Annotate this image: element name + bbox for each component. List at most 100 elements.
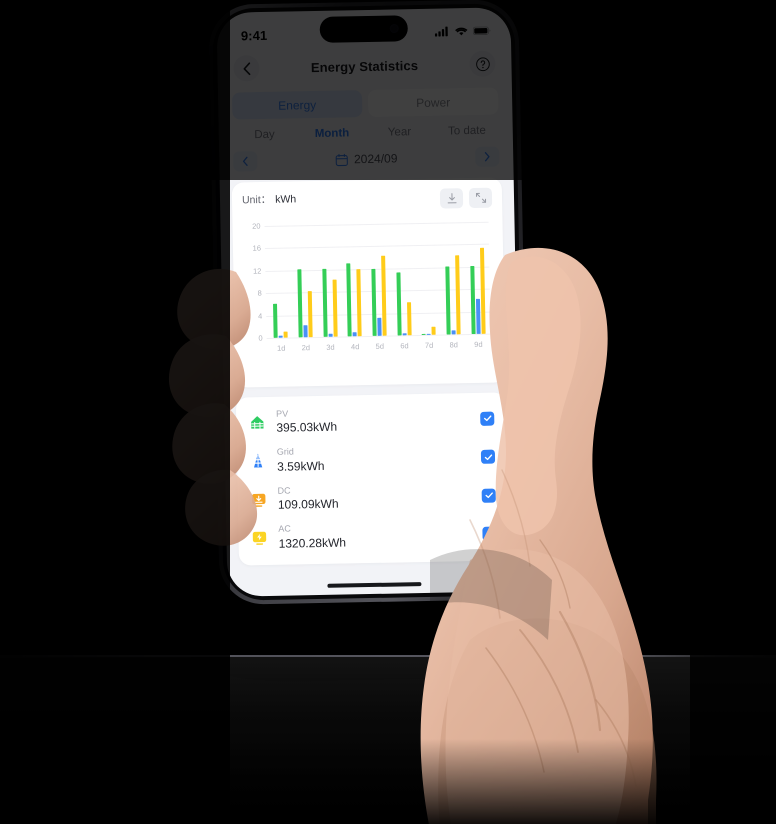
bar-group <box>321 225 338 337</box>
check-icon <box>484 454 492 460</box>
x-axis-tick-label: 3d <box>326 342 335 352</box>
phone-device: 9:41 Energy Statistics Energy Power Day … <box>208 0 530 605</box>
y-axis-tick-label: 8 <box>257 288 262 298</box>
period-tab-day[interactable]: Day <box>231 128 299 141</box>
bar-pv <box>322 269 328 337</box>
next-period-button[interactable] <box>475 146 500 167</box>
solar-panel-icon <box>248 414 266 432</box>
calendar-icon <box>335 153 348 166</box>
download-button[interactable] <box>439 188 464 209</box>
home-indicator <box>327 582 422 588</box>
ac-inverter-icon <box>252 531 267 545</box>
background-horizon-line <box>0 655 776 657</box>
y-axis-tick-label: 20 <box>252 221 261 231</box>
period-tab-bar: Day Month Year To date <box>231 124 501 141</box>
bar-pv <box>371 269 377 336</box>
y-axis-tick-label: 4 <box>257 311 263 321</box>
bar-grid <box>278 335 283 338</box>
period-tab-month[interactable]: Month <box>298 127 366 140</box>
bar-grid <box>475 298 481 334</box>
bar-ac <box>356 269 362 337</box>
ac-inverter-icon <box>250 529 268 547</box>
download-icon <box>447 193 457 204</box>
bar-grid <box>303 325 308 338</box>
phone-screen: 9:41 Energy Statistics Energy Power Day … <box>216 7 522 597</box>
screenshot-stage: 9:41 Energy Statistics Energy Power Day … <box>0 0 776 824</box>
legend-card: PV 395.03kWh Grid 3.59kWh DC 109.09kWh AC 13… <box>235 392 509 566</box>
legend-checkbox[interactable] <box>480 411 495 426</box>
fullscreen-expand-icon <box>475 192 486 203</box>
tab-energy[interactable]: Energy <box>231 90 363 120</box>
bar-group <box>346 224 362 337</box>
bar-pv <box>346 262 352 337</box>
unit-value: kWh <box>275 193 297 206</box>
check-icon <box>485 530 494 537</box>
bar-group <box>420 223 436 335</box>
date-display[interactable]: 2024/09 <box>335 151 398 166</box>
back-button[interactable] <box>233 55 260 82</box>
legend-row[interactable]: DC 109.09kWh <box>249 475 496 518</box>
check-icon <box>483 415 491 422</box>
bar-pv <box>273 304 278 338</box>
bar-ac <box>455 255 461 335</box>
help-button[interactable] <box>469 50 496 78</box>
legend-row[interactable]: AC 1320.28kWh <box>250 514 497 557</box>
chevron-left-icon <box>242 156 248 166</box>
x-axis-tick-label: 7d <box>424 340 434 350</box>
bar-group <box>370 224 387 336</box>
bar-ac <box>332 280 338 337</box>
dc-inverter-icon <box>250 491 268 509</box>
bar-ac <box>479 248 486 334</box>
bar-pv <box>297 269 303 338</box>
legend-checkbox[interactable] <box>482 526 497 541</box>
x-axis-tick-label: 1d <box>276 343 286 353</box>
legend-row[interactable]: Grid 3.59kWh <box>249 437 496 480</box>
chart-header: Unit： kWh <box>241 187 493 213</box>
bar-ac <box>283 331 288 338</box>
tab-power[interactable]: Power <box>367 87 499 117</box>
dynamic-island <box>319 15 409 43</box>
bar-grid <box>377 317 382 336</box>
check-icon <box>485 492 493 499</box>
bar-group <box>272 226 288 338</box>
bar-grid <box>328 333 333 337</box>
legend-checkbox[interactable] <box>481 488 496 503</box>
legend-text-block: PV 395.03kWh <box>276 405 470 436</box>
x-axis-tick-label: 8d <box>449 339 459 349</box>
date-value: 2024/09 <box>353 151 398 167</box>
bar-pv <box>396 272 402 336</box>
previous-period-button[interactable] <box>233 151 258 172</box>
bar-pv <box>445 266 451 335</box>
chart-x-axis: 1d 2d 3d 4d 5d 6d 7d 8d 9d <box>269 336 491 356</box>
grid-tower-icon <box>254 453 263 468</box>
status-time: 9:41 <box>240 27 268 43</box>
period-tab-year[interactable]: Year <box>366 126 434 139</box>
x-axis-tick-label: 9d <box>474 339 483 349</box>
question-mark-circle-icon <box>475 56 490 71</box>
battery-icon <box>472 26 491 36</box>
x-axis-tick-label: 4d <box>350 341 360 351</box>
bar-chart: 0 4 8 12 16 20 1d 2d 3d 4d 5d 6d 7d 8d 9d <box>243 222 495 357</box>
unit-prefix: Unit： <box>241 193 272 207</box>
y-axis-tick-label: 16 <box>252 243 262 254</box>
page-title: Energy Statistics <box>310 57 419 75</box>
bar-group <box>395 223 412 336</box>
chart-toolbar <box>439 187 493 209</box>
bar-grid <box>451 330 456 335</box>
wifi-icon <box>455 27 468 36</box>
fullscreen-button[interactable] <box>468 187 493 209</box>
period-tab-to-date[interactable]: To date <box>433 124 501 138</box>
bar-ac <box>406 302 412 336</box>
signal-bars-icon <box>434 26 448 37</box>
bar-ac <box>431 326 436 335</box>
status-indicators <box>434 26 491 37</box>
grid-tower-icon <box>249 452 267 470</box>
bar-grid <box>426 333 431 335</box>
mode-segmented-control: Energy Power <box>231 87 499 120</box>
bar-pv <box>469 266 476 335</box>
date-selector: 2024/09 <box>233 145 500 172</box>
legend-row[interactable]: PV 395.03kWh <box>248 399 495 442</box>
bar-group <box>297 225 313 338</box>
legend-checkbox[interactable] <box>480 449 496 465</box>
chart-y-axis: 0 4 8 12 16 20 <box>243 222 265 343</box>
